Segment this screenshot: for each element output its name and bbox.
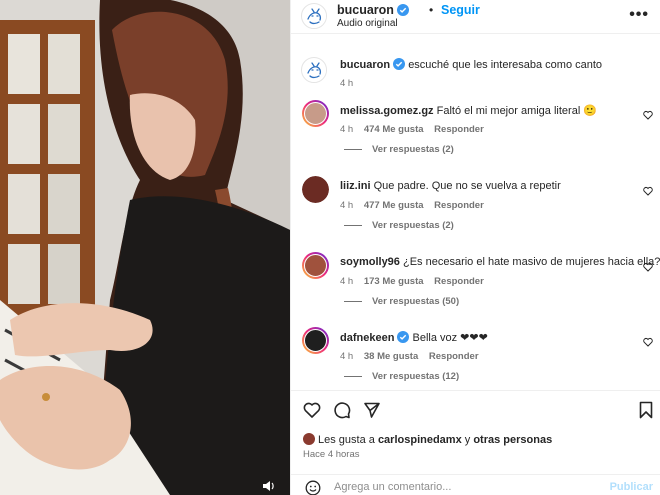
reply-button[interactable]: Responder — [429, 351, 479, 362]
comment-line: liiz.ini Que padre. Que no se vuelva a r… — [340, 180, 561, 192]
comment-username[interactable]: soymolly96 — [340, 256, 400, 268]
comment-item: dafnekeen Bella voz ❤❤❤ 4 h 38 Me gusta … — [291, 327, 660, 390]
post-header: bucuaron • Seguir Audio original ••• — [291, 0, 660, 34]
post-panel: bucuaron • Seguir Audio original ••• buc… — [290, 0, 660, 495]
more-options-icon[interactable]: ••• — [629, 6, 649, 24]
bucuaron-logo-icon — [303, 59, 326, 82]
paper-plane-icon[interactable] — [363, 401, 381, 419]
audio-label[interactable]: Audio original — [337, 18, 398, 29]
comment-item: soymolly96 ¿Es necesario el hate masivo … — [291, 252, 660, 327]
commenter-avatar[interactable] — [302, 176, 329, 203]
author-username[interactable]: bucuaron — [337, 3, 409, 17]
reply-button[interactable]: Responder — [434, 276, 484, 287]
view-replies-button[interactable]: Ver respuestas (2) — [344, 144, 454, 155]
author-avatar[interactable] — [301, 3, 327, 29]
comment-age: 4 h — [340, 351, 354, 362]
liker-avatar — [303, 433, 315, 445]
reply-button[interactable]: Responder — [434, 200, 484, 211]
volume-icon[interactable] — [262, 480, 276, 492]
verified-badge-icon — [397, 331, 410, 343]
comment-username[interactable]: dafnekeen — [340, 332, 394, 344]
commenter-avatar[interactable] — [302, 100, 329, 127]
comment-likes[interactable]: 474 Me gusta — [364, 124, 424, 135]
comment-line: soymolly96 ¿Es necesario el hate masivo … — [340, 256, 660, 268]
comment-line: melissa.gomez.gz Faltó el mi mejor amiga… — [340, 104, 597, 117]
verified-badge-icon — [393, 58, 406, 70]
comment-text: Bella voz ❤❤❤ — [412, 332, 488, 344]
heart-outline-icon[interactable] — [303, 401, 321, 419]
comment-username[interactable]: melissa.gomez.gz — [340, 105, 434, 117]
follow-button[interactable]: Seguir — [441, 3, 480, 17]
caption-line: bucuaron escuché que les interesaba como… — [340, 58, 602, 71]
caption-username[interactable]: bucuaron — [340, 59, 390, 71]
comment-text: Faltó el mi mejor amiga literal 🙂 — [436, 105, 598, 117]
view-replies-button[interactable]: Ver respuestas (2) — [344, 220, 454, 231]
comment-likes[interactable]: 173 Me gusta — [364, 276, 424, 287]
view-replies-button[interactable]: Ver respuestas (12) — [344, 371, 459, 382]
comment-likes[interactable]: 38 Me gusta — [364, 351, 418, 362]
comment-meta: 4 h 173 Me gusta Responder — [340, 276, 484, 287]
post-video[interactable] — [0, 0, 290, 495]
comment-text: Que padre. Que no se vuelva a repetir — [373, 180, 561, 192]
caption-avatar[interactable] — [301, 57, 327, 83]
comment-item: liiz.ini Que padre. Que no se vuelva a r… — [291, 176, 660, 251]
liker-username[interactable]: carlospinedamx — [378, 434, 462, 446]
likes-summary[interactable]: Les gusta a carlospinedamx y otras perso… — [303, 433, 552, 446]
comment-likes[interactable]: 477 Me gusta — [364, 200, 424, 211]
comment-like-icon[interactable] — [643, 337, 653, 347]
comment-like-icon[interactable] — [643, 262, 653, 272]
comment-meta: 4 h 477 Me gusta Responder — [340, 200, 484, 211]
reply-button[interactable]: Responder — [434, 124, 484, 135]
comment-text: ¿Es necesario el hate masivo de mujeres … — [402, 256, 660, 268]
bookmark-icon[interactable] — [637, 401, 655, 419]
header-separator: • — [429, 3, 434, 17]
video-frame-illustration — [0, 0, 290, 495]
comment-item: melissa.gomez.gz Faltó el mi mejor amiga… — [291, 100, 660, 175]
other-likers[interactable]: otras personas — [473, 434, 552, 446]
comments-list[interactable]: bucuaron escuché que les interesaba como… — [291, 38, 660, 390]
emoji-smile-icon[interactable] — [305, 480, 321, 495]
comment-line: dafnekeen Bella voz ❤❤❤ — [340, 331, 488, 344]
comment-age: 4 h — [340, 200, 354, 211]
comment-bubble-icon[interactable] — [333, 401, 351, 419]
caption-age: 4 h — [340, 78, 354, 89]
commenter-avatar[interactable] — [302, 327, 329, 354]
post-timestamp[interactable]: Hace 4 horas — [303, 449, 360, 460]
verified-badge-icon — [396, 4, 409, 16]
view-replies-button[interactable]: Ver respuestas (50) — [344, 296, 459, 307]
caption-text: escuché que les interesaba como canto — [408, 59, 603, 71]
comment-input[interactable] — [334, 481, 584, 493]
comment-like-icon[interactable] — [643, 110, 653, 120]
commenter-avatar[interactable] — [302, 252, 329, 279]
bucuaron-logo-icon — [303, 5, 326, 28]
comment-meta: 4 h 38 Me gusta Responder — [340, 351, 479, 362]
comment-age: 4 h — [340, 124, 354, 135]
publish-button[interactable]: Publicar — [610, 481, 653, 493]
comment-age: 4 h — [340, 276, 354, 287]
comment-like-icon[interactable] — [643, 186, 653, 196]
comment-meta: 4 h 474 Me gusta Responder — [340, 124, 484, 135]
add-comment-bar: Publicar — [291, 474, 660, 495]
comment-username[interactable]: liiz.ini — [340, 180, 371, 192]
